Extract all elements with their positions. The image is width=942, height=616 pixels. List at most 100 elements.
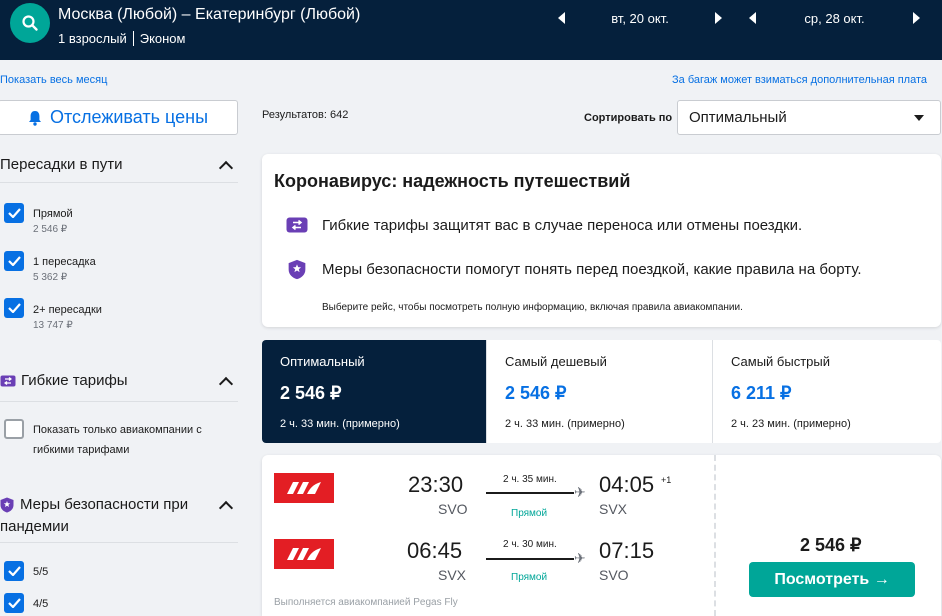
tab-fastest-price: 6 211 ₽ [731,383,792,403]
flexible-fares-title-text: Гибкие тарифы [21,372,128,389]
ticket-divider [714,455,716,616]
covid-safety-text: Меры безопасности помогут понять перед п… [322,260,862,278]
safety-title-line2: пандемии [0,518,69,535]
safety-5-checkbox[interactable] [4,561,24,581]
search-meta[interactable]: 1 взрослый Эконом [58,31,185,46]
results-count: Результатов: 642 [262,109,349,121]
prev-return-date-icon[interactable] [749,12,756,24]
airplane-icon: ✈ [574,484,586,500]
baggage-fee-link[interactable]: За багаж может взиматься дополнительная … [672,74,927,86]
safety-4-checkbox[interactable] [4,593,24,613]
passengers-text: 1 взрослый [58,31,127,46]
tab-cheapest[interactable]: Самый дешевый 2 546 ₽ 2 ч. 33 мин. (прим… [487,340,713,443]
tab-optimal-name: Оптимальный [280,354,365,369]
stops-two-plus-label: 2+ пересадки [33,304,102,316]
tab-cheapest-name: Самый дешевый [505,354,607,369]
tab-fastest-duration: 2 ч. 23 мин. (примерно) [731,418,851,430]
covid-title: Коронавирус: надежность путешествий [274,171,631,191]
stops-direct-price: 2 546 ₽ [33,224,68,235]
outbound-depart-time: 23:30 [408,472,464,497]
next-return-date-icon[interactable] [913,12,920,24]
sort-select[interactable]: Оптимальный [677,100,941,135]
inbound-arrive-code: SVO [599,567,629,583]
next-depart-date-icon[interactable] [715,12,722,24]
stops-direct-label: Прямой [33,208,73,220]
shield-icon [286,258,308,280]
outbound-stops: Прямой [511,508,548,519]
tab-optimal-duration: 2 ч. 33 мин. (примерно) [280,418,400,430]
covid-flexible-text: Гибкие тарифы защитят вас в случае перен… [322,216,803,234]
meta-divider [132,31,134,46]
return-date[interactable]: ср, 28 окт. [756,11,913,26]
sort-label: Сортировать по [584,112,673,124]
flexible-only-label-line2: гибкими тарифами [33,444,130,456]
chevron-up-icon[interactable] [218,500,234,516]
flexible-only-checkbox[interactable] [4,419,24,439]
depart-date[interactable]: вт, 20 окт. [565,11,715,26]
view-deal-button[interactable]: Посмотреть → [749,562,915,597]
shield-icon [0,497,14,512]
stops-one-checkbox[interactable] [4,251,24,271]
checkmark-icon [7,208,21,218]
depart-date-picker: вт, 20 окт. [558,8,722,28]
outbound-duration: 2 ч. 35 мин. [503,474,557,485]
checkmark-icon [7,256,21,266]
checkmark-icon [7,566,21,576]
flexible-ticket-icon [0,375,16,386]
airline-logo [274,539,334,569]
safety-5-label: 5/5 [33,566,49,578]
section-divider [0,401,238,402]
track-prices-button[interactable]: Отслеживать цены [0,100,238,135]
inbound-route-line [486,558,574,560]
section-divider [0,182,238,183]
cabin-text: Эконом [139,31,186,46]
operated-by: Выполняется авиакомпанией Pegas Fly [274,597,458,608]
checkmark-icon [7,303,21,313]
safety-filter-title[interactable]: Меры безопасности при [0,496,188,513]
stops-direct-checkbox[interactable] [4,203,24,223]
inbound-duration: 2 ч. 30 мин. [503,539,557,550]
stops-one-label: 1 пересадка [33,256,96,268]
flexible-fares-filter-title[interactable]: Гибкие тарифы [0,372,128,389]
covid-note: Выберите рейс, чтобы посмотреть полную и… [322,302,743,313]
pegas-fly-logo-icon [287,548,321,560]
ticket-card[interactable]: 23:30 SVO 2 ч. 35 мин. ✈ Прямой 04:05 +1… [262,455,941,616]
tab-fastest[interactable]: Самый быстрый 6 211 ₽ 2 ч. 23 мин. (прим… [713,340,941,443]
tab-optimal-price: 2 546 ₽ [280,383,342,403]
stops-two-plus-checkbox[interactable] [4,298,24,318]
inbound-stops: Прямой [511,572,548,583]
chevron-up-icon[interactable] [218,160,234,176]
chevron-up-icon[interactable] [218,376,234,392]
stops-two-plus-price: 13 747 ₽ [33,320,73,331]
caret-down-icon [914,115,924,121]
search-icon [22,15,38,31]
section-divider [0,542,238,543]
safety-4-label: 4/5 [33,598,49,610]
prev-depart-date-icon[interactable] [558,12,565,24]
inbound-depart-time: 06:45 [407,538,463,563]
edit-search-button[interactable] [10,3,50,43]
outbound-route-line [486,492,574,494]
airline-logo [274,473,334,503]
tab-optimal[interactable]: Оптимальный 2 546 ₽ 2 ч. 33 мин. (пример… [262,340,487,443]
stops-one-price: 5 362 ₽ [33,272,68,283]
outbound-arrive-code: SVX [599,501,628,517]
tab-fastest-name: Самый быстрый [731,354,830,369]
show-month-link[interactable]: Показать весь месяц [0,74,107,86]
inbound-arrive-time: 07:15 [599,538,655,563]
search-summary-bar: Москва (Любой) – Екатеринбург (Любой) 1 … [0,0,942,60]
flexible-ticket-icon [286,214,308,236]
flexible-only-label-line1: Показать только авиакомпании с [33,424,202,436]
track-prices-label: Отслеживать цены [49,107,209,127]
covid-safety-row: Меры безопасности помогут понять перед п… [286,258,862,280]
route-title[interactable]: Москва (Любой) – Екатеринбург (Любой) [58,6,360,24]
airplane-icon: ✈ [574,550,586,566]
sort-value: Оптимальный [689,109,787,126]
covid-flexible-row: Гибкие тарифы защитят вас в случае перен… [286,214,802,236]
covid-info-card: Коронавирус: надежность путешествий Гибк… [262,154,941,327]
outbound-arrive-time: 04:05 [599,472,655,497]
tab-cheapest-price: 2 546 ₽ [505,383,567,403]
return-date-picker: ср, 28 окт. [749,8,920,28]
stops-filter-title[interactable]: Пересадки в пути [0,156,123,173]
outbound-day-offset: +1 [661,475,672,485]
